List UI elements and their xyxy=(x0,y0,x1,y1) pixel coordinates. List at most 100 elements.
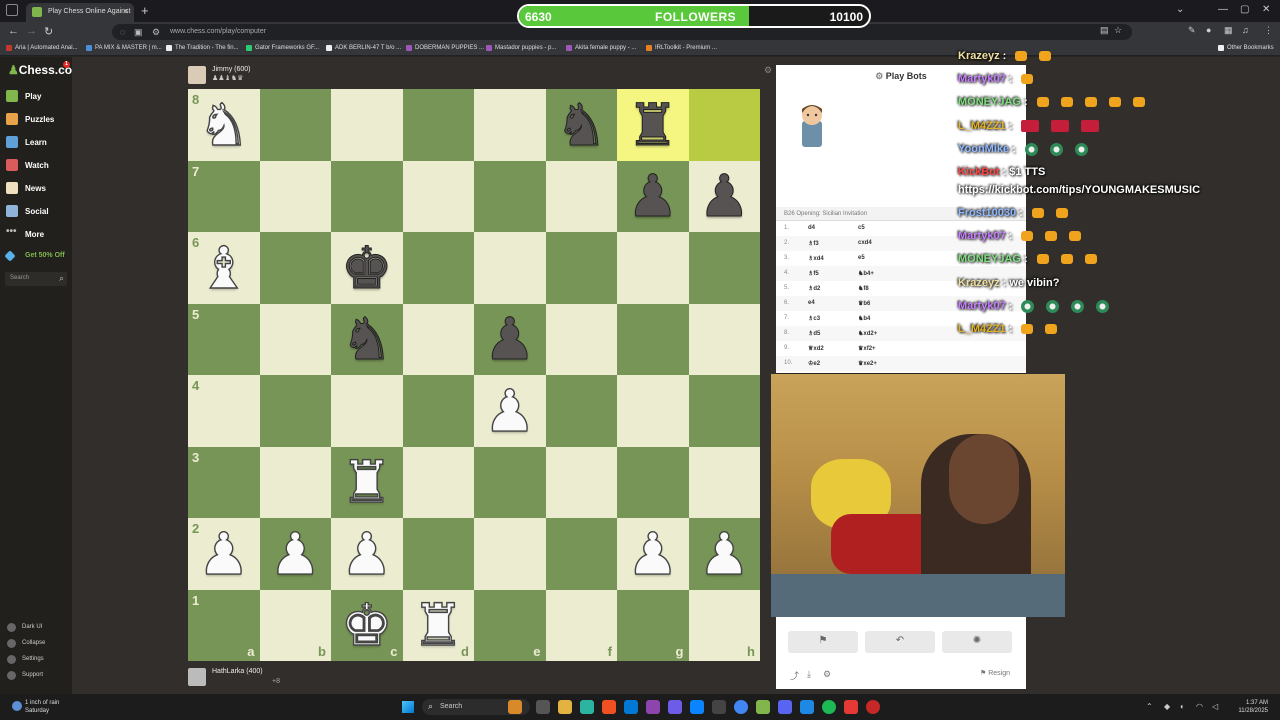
white-move[interactable]: d4 xyxy=(808,225,815,231)
lock-icon[interactable]: ▣ xyxy=(134,27,143,38)
square-b3[interactable] xyxy=(259,446,331,518)
sidebar-item-social[interactable]: Social xyxy=(6,205,49,217)
square-f3[interactable] xyxy=(545,446,617,518)
white-pawn-piece[interactable]: ♟ xyxy=(626,524,679,583)
square-f8[interactable]: ♞ xyxy=(545,89,617,161)
square-c3[interactable]: ♜ xyxy=(331,446,403,518)
black-rook-piece[interactable]: ♜ xyxy=(626,95,679,154)
settings-link[interactable]: Settings xyxy=(7,655,44,664)
square-g7[interactable]: ♟ xyxy=(617,160,689,232)
sidebar-item-news[interactable]: News xyxy=(6,182,46,194)
taskbar-app-icon[interactable] xyxy=(690,700,704,714)
settings-gear-icon[interactable]: ⚙ xyxy=(764,65,772,76)
black-move[interactable]: e5 xyxy=(858,255,865,261)
white-move[interactable]: ♕xd2 xyxy=(808,345,824,352)
square-e2[interactable] xyxy=(474,518,546,590)
white-bishop-piece[interactable]: ♝ xyxy=(197,238,250,297)
close-tab-icon[interactable]: ✕ xyxy=(122,7,129,16)
browser-tab[interactable]: Play Chess Online Against ✕ xyxy=(26,3,134,22)
taskbar-app-icon[interactable] xyxy=(580,700,594,714)
bookmark-item[interactable]: ADK BERLIN-47 T b/o ... xyxy=(326,45,401,51)
chess-board[interactable]: 8 ♞ ♞ ♜ 7 ♟ ♟ 6 ♝ ♚ 5 ♞ ♟ 4 ♟ 3 ♜ 2 ♟ ♟ ♟ ♟ ♟ 1 a b c ♚ d ♜ e f g h xyxy=(188,89,760,661)
minimize-button[interactable]: — xyxy=(1218,4,1228,15)
square-g1[interactable]: g xyxy=(617,589,689,661)
square-g3[interactable] xyxy=(617,446,689,518)
square-b6[interactable] xyxy=(259,232,331,304)
square-h4[interactable] xyxy=(688,375,760,447)
white-rook-piece[interactable]: ♜ xyxy=(412,596,465,655)
extension-icon[interactable]: ✎ xyxy=(1188,25,1196,36)
taskbar-app-icon[interactable] xyxy=(800,700,814,714)
black-move[interactable]: ♞f8 xyxy=(858,285,869,292)
square-g6[interactable] xyxy=(617,232,689,304)
square-c1[interactable]: c ♚ xyxy=(331,589,403,661)
bookmark-item[interactable]: Akita female puppy - ... xyxy=(566,45,636,51)
square-f1[interactable]: f xyxy=(545,589,617,661)
square-c2[interactable]: ♟ xyxy=(331,518,403,590)
square-c7[interactable] xyxy=(331,160,403,232)
bookmark-item[interactable]: IRLToolkit - Premium ... xyxy=(646,45,717,51)
download-icon[interactable]: ⤓ xyxy=(807,669,811,680)
windows-start-icon[interactable] xyxy=(402,701,414,713)
resign-button[interactable]: ⚑ Resign xyxy=(980,669,1010,677)
square-a4[interactable]: 4 xyxy=(188,375,260,447)
white-king-piece[interactable]: ♚ xyxy=(340,596,393,655)
square-c4[interactable] xyxy=(331,375,403,447)
media-icon[interactable]: ♫ xyxy=(1242,25,1249,35)
extensions-puzzle-icon[interactable]: ▦ xyxy=(1224,25,1233,36)
taskbar-app-icon[interactable] xyxy=(844,700,858,714)
sidebar-item-watch[interactable]: Watch xyxy=(6,159,49,171)
sidebar-search-input[interactable]: Search ⌕ xyxy=(5,272,67,286)
square-f4[interactable] xyxy=(545,375,617,447)
square-b2[interactable]: ♟ xyxy=(259,518,331,590)
black-pawn-piece[interactable]: ♟ xyxy=(698,167,751,226)
square-b4[interactable] xyxy=(259,375,331,447)
square-f5[interactable] xyxy=(545,303,617,375)
black-knight-piece[interactable]: ♞ xyxy=(340,310,393,369)
tab-menu-icon[interactable] xyxy=(6,4,18,16)
square-d6[interactable] xyxy=(402,232,474,304)
square-f7[interactable] xyxy=(545,160,617,232)
white-move[interactable]: ♗d2 xyxy=(808,285,820,292)
square-h2[interactable]: ♟ xyxy=(688,518,760,590)
bookmark-item[interactable]: DOBERMAN PUPPIES ... xyxy=(406,45,484,51)
white-rook-piece[interactable]: ♜ xyxy=(340,453,393,512)
square-a3[interactable]: 3 xyxy=(188,446,260,518)
white-knight-piece[interactable]: ♞ xyxy=(197,95,250,154)
white-move[interactable]: ♔e2 xyxy=(808,360,820,367)
taskbar-app-icon[interactable] xyxy=(646,700,660,714)
square-h6[interactable] xyxy=(688,232,760,304)
white-pawn-piece[interactable]: ♟ xyxy=(197,524,250,583)
square-g8[interactable]: ♜ xyxy=(617,89,689,161)
square-h5[interactable] xyxy=(688,303,760,375)
chrome-icon[interactable] xyxy=(734,700,748,714)
taskbar-app-icon[interactable] xyxy=(602,700,616,714)
translate-icon[interactable]: ▤ xyxy=(1100,25,1109,36)
bookmark-item[interactable]: Aria | Automated Anal... xyxy=(6,45,78,51)
wifi-icon[interactable]: ◠ xyxy=(1196,702,1203,711)
square-b7[interactable] xyxy=(259,160,331,232)
square-e4[interactable]: ♟ xyxy=(474,375,546,447)
black-move[interactable]: cxd4 xyxy=(858,240,872,246)
black-king-piece[interactable]: ♚ xyxy=(340,238,393,297)
file-explorer-icon[interactable] xyxy=(558,700,572,714)
square-d1[interactable]: d ♜ xyxy=(402,589,474,661)
square-g2[interactable]: ♟ xyxy=(617,518,689,590)
square-d4[interactable] xyxy=(402,375,474,447)
square-h3[interactable] xyxy=(688,446,760,518)
white-move[interactable]: ♗f3 xyxy=(808,240,819,247)
back-button[interactable]: ← xyxy=(8,25,19,37)
shield-icon[interactable]: ◌ xyxy=(120,27,125,37)
taskbar-app-icon[interactable] xyxy=(712,700,726,714)
tab-search-icon[interactable]: ⌄ xyxy=(1176,4,1184,15)
black-move[interactable]: ♛xf2+ xyxy=(858,345,876,352)
sidebar-item-puzzles[interactable]: Puzzles xyxy=(6,113,54,125)
square-a2[interactable]: 2 ♟ xyxy=(188,518,260,590)
sidebar-item-more[interactable]: ••• More xyxy=(6,226,44,239)
square-b5[interactable] xyxy=(259,303,331,375)
square-a1[interactable]: 1a xyxy=(188,589,260,661)
square-d8[interactable] xyxy=(402,89,474,161)
site-settings-icon[interactable]: ⚙ xyxy=(152,27,160,38)
tray-chevron-icon[interactable]: ⌃ xyxy=(1146,702,1153,711)
menu-icon[interactable]: ⋮ xyxy=(1264,25,1273,36)
